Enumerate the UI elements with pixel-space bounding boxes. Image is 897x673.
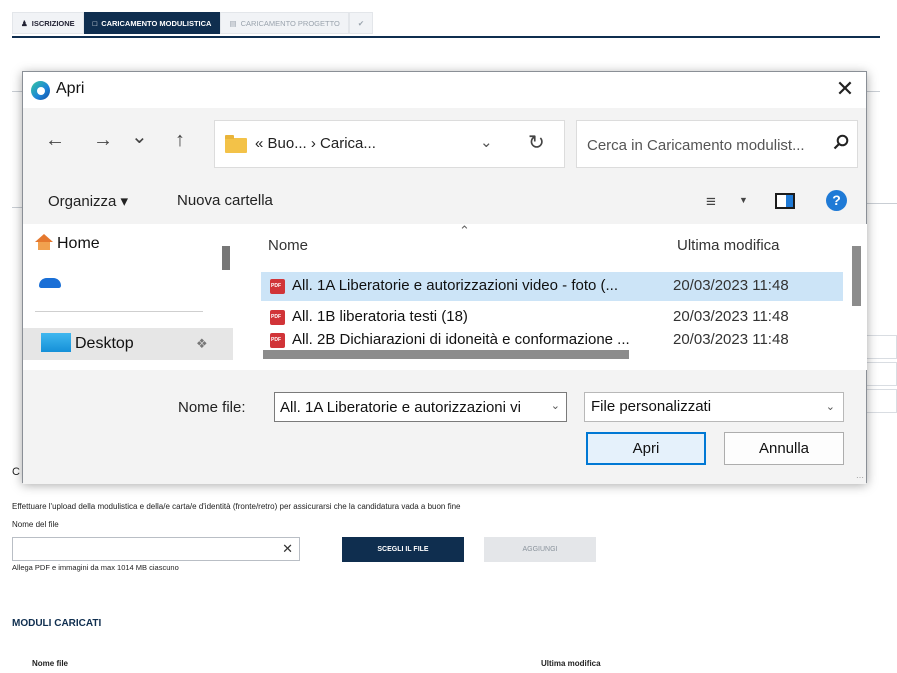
pdf-file-icon (270, 279, 285, 294)
screen: ♟ ISCRIZIONE □ CARICAMENTO MODULISTICA ▤ CA… (0, 0, 897, 673)
desktop-icon (41, 333, 71, 352)
column-header-modified[interactable]: Ultima modifica (677, 237, 780, 254)
dialog-title: Apri (56, 80, 85, 97)
resize-grip-icon[interactable]: ⋯ (856, 473, 864, 482)
address-dropdown-icon[interactable]: ⌄ (480, 133, 493, 151)
dialog-titlebar: Apri ✕ (23, 72, 866, 108)
address-bar[interactable]: « Buo... › Carica... ⌄ ↻ (214, 120, 565, 168)
search-input[interactable] (587, 134, 827, 156)
navigation-pane: Home Desktop ❖ (23, 224, 233, 370)
column-header-modified: Ultima modifica (541, 659, 601, 668)
search-icon[interactable] (833, 134, 849, 150)
column-header-name: Nome file (32, 659, 69, 668)
sidebar-item-home[interactable]: Home (35, 234, 100, 253)
back-arrow-icon[interactable]: ← (45, 129, 65, 152)
step-tabs: ♟ ISCRIZIONE □ CARICAMENTO MODULISTICA ▤ CA… (12, 12, 374, 36)
file-modified: 20/03/2023 11:48 (673, 308, 789, 325)
file-name-input[interactable] (13, 538, 275, 560)
divider (12, 207, 22, 208)
organize-menu[interactable]: Organizza ▾ (48, 192, 128, 210)
divider (865, 203, 897, 204)
chevron-down-icon[interactable]: ⌄ (551, 399, 560, 412)
uploaded-modules-title: MODULI CARICATI (12, 618, 102, 629)
forward-arrow-icon[interactable]: → (93, 129, 113, 152)
file-row[interactable]: All. 2B Dichiarazioni di idoneità e conf… (261, 327, 843, 349)
recent-locations-chevron-icon[interactable]: ⌄ (131, 124, 148, 149)
file-name-label: Nome del file (12, 520, 59, 529)
help-icon[interactable]: ? (826, 190, 847, 211)
open-file-dialog: Apri ✕ ← → ⌄ ↑ « Buo... › Carica... ⌄ ↻ … (22, 71, 867, 484)
file-list: Nome ⌃ Ultima modifica All. 1A Liberator… (243, 224, 867, 370)
background-field (865, 362, 897, 386)
file-name-combobox[interactable]: ⌄ (274, 392, 567, 422)
column-header-name[interactable]: Nome (268, 237, 308, 254)
file-modified: 20/03/2023 11:48 (673, 277, 789, 294)
up-arrow-icon[interactable]: ↑ (175, 129, 185, 152)
file-name: All. 1B liberatoria testi (18) (292, 308, 468, 325)
address-path: « Buo... › Carica... (255, 135, 376, 152)
add-button[interactable]: AGGIUNGI (484, 537, 596, 562)
tab-conferma[interactable]: ✔ (348, 12, 374, 34)
project-icon: ▤ (229, 18, 237, 28)
edge-icon (31, 81, 50, 100)
file-modified: 20/03/2023 11:48 (673, 331, 789, 348)
refresh-icon[interactable]: ↻ (528, 130, 545, 155)
file-name-field[interactable]: ✕ (12, 537, 300, 561)
file-name: All. 2B Dichiarazioni di idoneità e conf… (292, 331, 630, 348)
folder-icon (225, 135, 247, 153)
file-row[interactable]: All. 1A Liberatorie e autorizzazioni vid… (261, 272, 843, 301)
search-box[interactable] (576, 120, 858, 168)
close-icon[interactable]: ✕ (832, 76, 858, 102)
tab-caricamento-modulistica[interactable]: □ CARICAMENTO MODULISTICA (83, 12, 221, 34)
pin-icon[interactable]: ❖ (196, 336, 208, 352)
view-dropdown-icon[interactable]: ▼ (739, 195, 748, 205)
upload-instructions: Effettuare l'upload della modulistica e … (12, 502, 461, 511)
dialog-footer: Nome file: ⌄ File personalizzati ⌄ Apri … (23, 370, 866, 484)
new-folder-button[interactable]: Nuova cartella (177, 192, 273, 209)
file-name: All. 1A Liberatorie e autorizzazioni vid… (292, 277, 619, 294)
preview-pane-icon[interactable] (775, 193, 795, 209)
view-options-icon[interactable]: ≡ (706, 192, 716, 212)
dialog-toolbar: Organizza ▾ Nuova cartella ≡ ▼ ? (23, 178, 866, 224)
onedrive-cloud-icon[interactable] (39, 278, 61, 288)
tab-caricamento-progetto[interactable]: ▤ CARICAMENTO PROGETTO (220, 12, 349, 34)
home-icon (35, 234, 53, 250)
folder-icon: □ (92, 18, 98, 28)
upload-hint: Allega PDF e immagini da max 1014 MB cia… (12, 563, 179, 572)
horizontal-scrollbar[interactable] (263, 350, 629, 359)
sidebar-item-desktop[interactable]: Desktop (41, 333, 134, 353)
section-letter: C (12, 466, 20, 478)
chevron-down-icon: ⌄ (825, 401, 835, 413)
pdf-file-icon (270, 333, 285, 348)
vertical-scrollbar[interactable] (852, 246, 861, 306)
user-icon: ♟ (21, 18, 28, 28)
file-type-select[interactable]: File personalizzati ⌄ (584, 392, 844, 422)
open-button[interactable]: Apri (586, 432, 706, 465)
background-field (865, 335, 897, 359)
file-name-label: Nome file: (178, 399, 246, 416)
background-field (865, 389, 897, 413)
cancel-button[interactable]: Annulla (724, 432, 844, 465)
pdf-file-icon (270, 310, 285, 325)
sort-ascending-icon: ⌃ (459, 224, 470, 238)
clear-icon[interactable]: ✕ (282, 541, 293, 557)
tab-iscrizione[interactable]: ♟ ISCRIZIONE (12, 12, 84, 34)
navigation-pane-scrollbar[interactable] (222, 246, 230, 270)
navigation-bar: ← → ⌄ ↑ « Buo... › Carica... ⌄ ↻ (23, 108, 866, 178)
file-name-input[interactable] (280, 397, 535, 417)
tabs-underline (12, 36, 880, 38)
divider (35, 311, 203, 312)
check-icon: ✔ (357, 18, 365, 28)
choose-file-button[interactable]: SCEGLI IL FILE (342, 537, 464, 562)
file-type-value: File personalizzati (591, 398, 712, 415)
